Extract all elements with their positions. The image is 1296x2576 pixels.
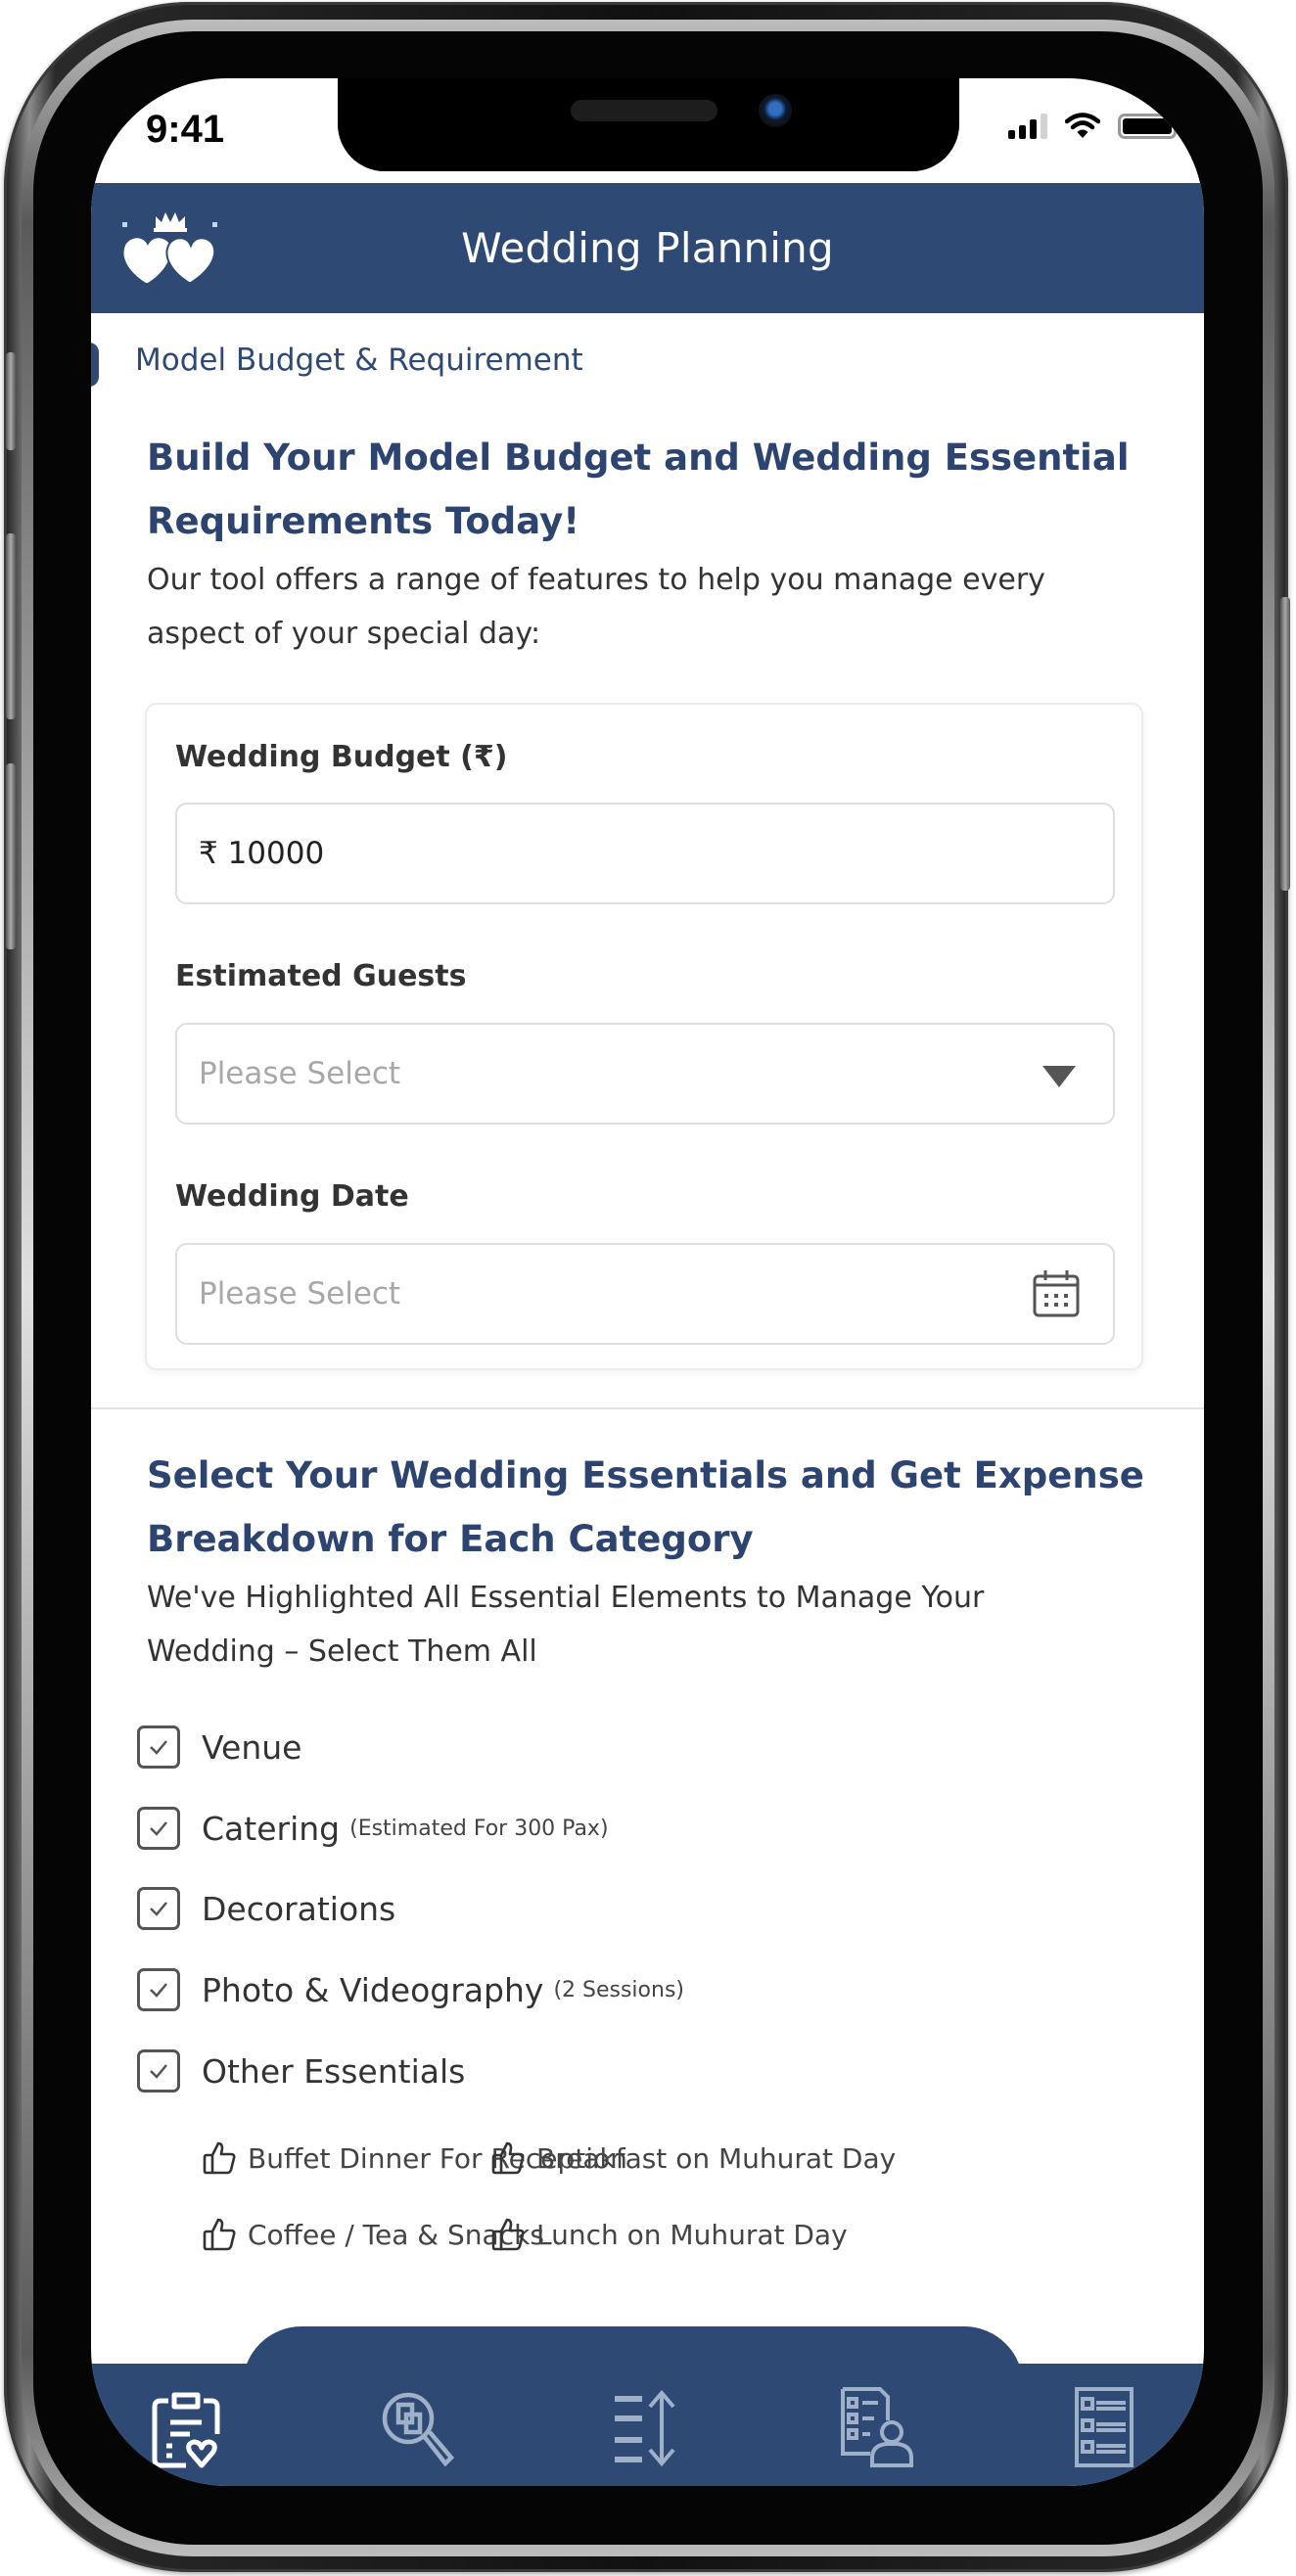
guests-select-placeholder: Please Select bbox=[199, 1056, 401, 1091]
speaker-grille bbox=[571, 100, 717, 121]
essential-checkbox-row[interactable]: Catering (Estimated For 300 Pax) bbox=[137, 1804, 609, 1853]
budget-input[interactable]: ₹ 10000 bbox=[175, 803, 1115, 904]
app-header: Wedding Planning bbox=[91, 183, 1204, 313]
essentials-desc-line1: We've Highlighted All Essential Elements… bbox=[147, 1581, 985, 1615]
section-divider bbox=[91, 1407, 1204, 1409]
checkmark-icon bbox=[150, 1983, 167, 1998]
checkbox-label: Venue bbox=[202, 1727, 302, 1767]
checkbox[interactable] bbox=[137, 1725, 180, 1769]
checkbox-note: (2 Sessions) bbox=[553, 1977, 684, 2002]
checkbox[interactable] bbox=[137, 2049, 180, 2093]
power-button bbox=[1280, 597, 1290, 891]
guests-label: Estimated Guests bbox=[175, 959, 467, 993]
checkbox[interactable] bbox=[137, 1887, 180, 1930]
nav-item-vendors[interactable] bbox=[832, 2383, 920, 2471]
essential-checkbox-row[interactable]: Decorations bbox=[137, 1884, 395, 1933]
checklist-person-icon bbox=[841, 2387, 913, 2467]
guests-select[interactable]: Please Select bbox=[175, 1023, 1115, 1125]
checkbox-label: Catering bbox=[202, 1809, 341, 1848]
page-title: Wedding Planning bbox=[461, 224, 834, 272]
status-time: 9:41 bbox=[146, 108, 225, 151]
checkbox-note: (Estimated For 300 Pax) bbox=[349, 1816, 609, 1841]
essentials-desc-line2: Wedding – Select Them All bbox=[147, 1634, 537, 1669]
intro-desc-line1: Our tool offers a range of features to h… bbox=[147, 563, 1045, 597]
checkbox-label: Other Essentials bbox=[202, 2051, 466, 2091]
other-essential-item: Breakfast on Muhurat Day bbox=[489, 2139, 896, 2178]
wifi-icon bbox=[1065, 113, 1100, 138]
date-input-placeholder: Please Select bbox=[199, 1276, 401, 1311]
calendar-icon[interactable] bbox=[1031, 1268, 1082, 1319]
battery-icon bbox=[1118, 114, 1181, 139]
nav-item-checklist[interactable] bbox=[1060, 2383, 1148, 2471]
checkbox[interactable] bbox=[137, 1968, 180, 2011]
search-compare-icon bbox=[382, 2392, 455, 2467]
checkbox[interactable] bbox=[137, 1807, 180, 1850]
intro-heading-line2: Requirements Today! bbox=[147, 500, 580, 542]
screen: 9:41 Wedding Planning Model Budget & Req… bbox=[91, 78, 1204, 2486]
cellular-signal-icon bbox=[1008, 114, 1047, 139]
checkmark-icon bbox=[150, 1902, 167, 1916]
clipboard-heart-icon bbox=[152, 2392, 220, 2468]
section-indicator bbox=[91, 343, 99, 387]
sort-list-icon bbox=[615, 2389, 675, 2467]
checkmark-icon bbox=[150, 2064, 167, 2079]
other-essential-label: Breakfast on Muhurat Day bbox=[536, 2141, 897, 2175]
nav-item-compare[interactable] bbox=[372, 2383, 460, 2471]
thumbs-up-icon bbox=[491, 2218, 525, 2251]
intro-desc-line2: aspect of your special day: bbox=[147, 617, 541, 651]
front-camera bbox=[759, 94, 792, 127]
budget-input-value: ₹ 10000 bbox=[199, 836, 325, 871]
nav-item-sort[interactable] bbox=[602, 2383, 690, 2471]
volume-up-button bbox=[6, 533, 16, 719]
essentials-heading-line2: Breakdown for Each Category bbox=[147, 1518, 754, 1560]
essential-checkbox-row[interactable]: Photo & Videography (2 Sessions) bbox=[137, 1965, 684, 2014]
thumbs-up-icon bbox=[203, 2218, 236, 2251]
date-label: Wedding Date bbox=[175, 1179, 409, 1214]
date-picker-input[interactable]: Please Select bbox=[175, 1243, 1115, 1345]
status-icons bbox=[1008, 112, 1181, 139]
checkmark-icon bbox=[150, 1740, 167, 1755]
checkbox-label: Decorations bbox=[202, 1889, 396, 1928]
budget-form-card: Wedding Budget (₹) ₹ 10000 Estimated Gue… bbox=[145, 703, 1143, 1370]
other-essential-item: Lunch on Muhurat Day bbox=[489, 2215, 848, 2254]
other-essential-label: Lunch on Muhurat Day bbox=[536, 2218, 848, 2251]
silent-switch bbox=[6, 352, 16, 450]
essential-checkbox-row[interactable]: Other Essentials bbox=[137, 2047, 465, 2095]
notch bbox=[338, 78, 959, 171]
budget-label: Wedding Budget (₹) bbox=[175, 740, 508, 774]
checklist-icon bbox=[1075, 2387, 1134, 2467]
thumbs-up-icon bbox=[491, 2141, 525, 2175]
thumbs-up-icon bbox=[203, 2141, 236, 2175]
volume-down-button bbox=[6, 763, 16, 949]
intro-heading-line1: Build Your Model Budget and Wedding Esse… bbox=[147, 437, 1130, 479]
checkbox-label: Photo & Videography bbox=[202, 1970, 544, 2009]
essentials-heading-line1: Select Your Wedding Essentials and Get E… bbox=[147, 1454, 1144, 1496]
section-label: Model Budget & Requirement bbox=[135, 343, 583, 378]
nav-item-budget[interactable] bbox=[142, 2383, 230, 2471]
checkmark-icon bbox=[150, 1821, 167, 1836]
essential-checkbox-row[interactable]: Venue bbox=[137, 1723, 301, 1771]
caret-down-icon bbox=[1042, 1066, 1076, 1087]
